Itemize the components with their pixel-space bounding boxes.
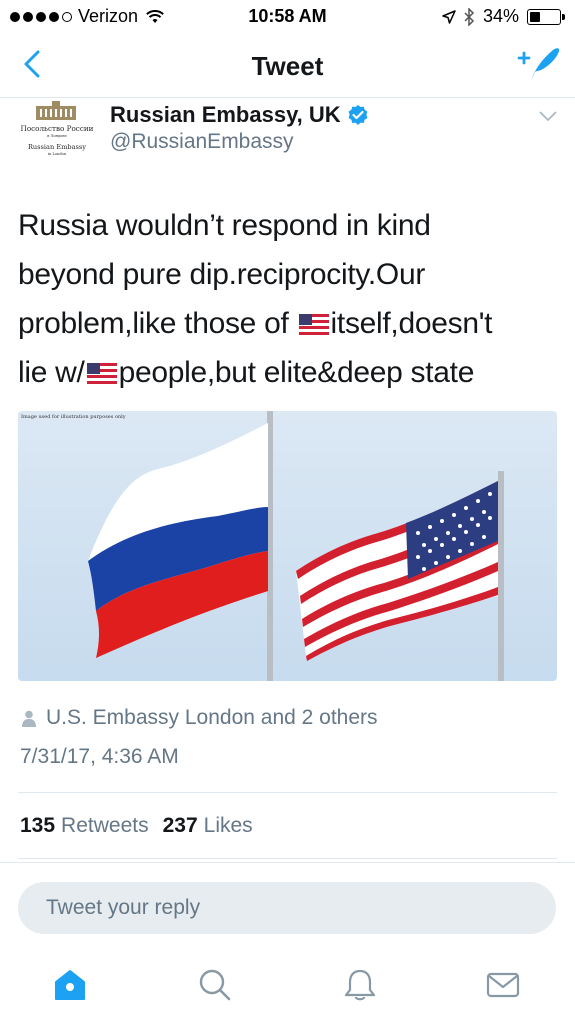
reply-bar: Tweet your reply: [0, 862, 575, 950]
compose-tweet-icon[interactable]: [517, 44, 561, 84]
tweet-text-segment: itself,doesn't: [330, 307, 493, 340]
likes-count[interactable]: 237: [163, 814, 198, 838]
us-flag-emoji-icon: [86, 363, 117, 385]
liked-by-text: U.S. Embassy London and 2 others: [46, 706, 378, 729]
battery-percent: 34%: [482, 6, 519, 26]
bluetooth-icon: [464, 7, 475, 26]
messages-icon[interactable]: [486, 968, 520, 1002]
location-arrow-icon: [442, 9, 456, 24]
home-icon[interactable]: [53, 968, 87, 1002]
author-name[interactable]: Russian Embassy, UK: [110, 102, 369, 128]
avatar-text-line2: в Лондоне: [47, 134, 67, 138]
reply-input[interactable]: Tweet your reply: [18, 882, 556, 934]
liked-by-row[interactable]: U.S. Embassy London and 2 others: [22, 706, 378, 730]
author-name-text: Russian Embassy, UK: [110, 102, 341, 127]
reply-placeholder: Tweet your reply: [46, 896, 201, 919]
tweet-text-line: problem,like those of itself,doesn't: [18, 299, 563, 348]
likes-label[interactable]: Likes: [204, 814, 253, 838]
search-icon[interactable]: [198, 968, 232, 1002]
tweet-media-image[interactable]: Image used for illustration purposes onl…: [18, 411, 557, 681]
person-icon: [22, 710, 36, 727]
navigation-bar: Tweet: [0, 32, 575, 98]
verified-badge-icon: [348, 105, 368, 125]
tweet-stats: 135 Retweets 237 Likes: [20, 814, 261, 838]
tweet-text-segment: Russia wouldn’t respond in kind: [18, 209, 431, 242]
author-handle[interactable]: @RussianEmbassy: [110, 130, 294, 154]
status-bar: Verizon 10:58 AM 34%: [0, 0, 575, 32]
divider: [18, 792, 557, 793]
tweet-header: Посольство России в Лондоне Russian Emba…: [0, 98, 575, 188]
avatar-text-line4: in London: [48, 152, 67, 156]
tweet-text-line: lie w/ people,but elite&deep state: [18, 348, 563, 397]
avatar-text-line1: Посольство России: [21, 124, 94, 133]
tweet-text-segment: beyond pure dip.reciprocity.Our: [18, 258, 426, 291]
divider: [18, 858, 557, 859]
tweet-text-segment: problem,like those of: [18, 307, 297, 340]
notifications-icon[interactable]: [343, 968, 377, 1002]
retweets-label[interactable]: Retweets: [61, 814, 149, 838]
battery-icon: [527, 8, 565, 25]
tweet-text-segment: people,but elite&deep state: [118, 356, 475, 389]
tweet-timestamp: 7/31/17, 4:36 AM: [20, 745, 179, 768]
tweet-text-segment: lie w/: [18, 356, 85, 389]
flags-photo: [18, 411, 557, 681]
media-caption: Image used for illustration purposes onl…: [21, 414, 126, 420]
page-title: Tweet: [251, 51, 324, 81]
avatar[interactable]: Посольство России в Лондоне Russian Emba…: [14, 100, 100, 162]
tweet-text-line: Russia wouldn’t respond in kind: [18, 201, 563, 250]
chevron-down-icon[interactable]: [537, 108, 559, 124]
tab-bar: [0, 950, 575, 1024]
retweets-count[interactable]: 135: [20, 814, 55, 838]
tweet-text-line: beyond pure dip.reciprocity.Our: [18, 250, 563, 299]
status-right: 34%: [442, 6, 565, 27]
us-flag-emoji-icon: [298, 314, 329, 336]
avatar-text-line3: Russian Embassy: [28, 143, 86, 151]
tweet-text: Russia wouldn’t respond in kind beyond p…: [18, 201, 563, 397]
battery-level: [530, 11, 540, 22]
